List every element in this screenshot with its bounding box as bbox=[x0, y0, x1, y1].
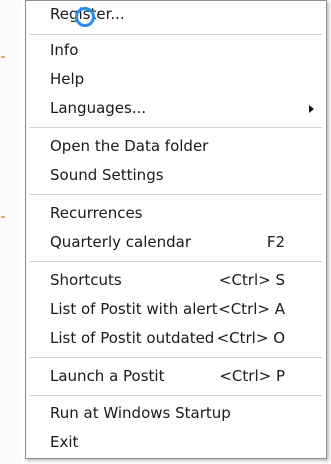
menu-separator bbox=[30, 357, 322, 358]
menu-item-label: Launch a Postit bbox=[50, 367, 165, 385]
menu-item-run-at-startup[interactable]: Run at Windows Startup bbox=[26, 400, 326, 428]
menu-item-label: Shortcuts bbox=[50, 271, 122, 289]
menu-item-label: Info bbox=[50, 41, 79, 59]
menu-item-shortcut: F2 bbox=[266, 233, 285, 251]
menu-item-label: Recurrences bbox=[50, 204, 143, 222]
menu-item-label: Sound Settings bbox=[50, 166, 164, 184]
chevron-right-icon bbox=[309, 105, 314, 113]
menu-item-languages[interactable]: Languages... bbox=[26, 95, 326, 123]
menu-item-recurrences[interactable]: Recurrences bbox=[26, 200, 326, 228]
menu-item-label: Run at Windows Startup bbox=[50, 404, 231, 422]
menu-item-shortcut: <Ctrl> A bbox=[218, 300, 285, 318]
menu-item-open-data-folder[interactable]: Open the Data folder bbox=[26, 133, 326, 161]
desktop-artifact bbox=[1, 216, 5, 218]
menu-item-postit-alert[interactable]: List of Postit with alert <Ctrl> A bbox=[26, 296, 326, 324]
desktop-background bbox=[0, 0, 22, 464]
menu-item-label: Open the Data folder bbox=[50, 137, 209, 155]
menu-separator bbox=[30, 127, 322, 128]
menu-item-sound-settings[interactable]: Sound Settings bbox=[26, 162, 326, 190]
menu-item-label: Exit bbox=[50, 433, 79, 451]
menu-item-exit[interactable]: Exit bbox=[26, 429, 326, 457]
menu-item-label: Languages... bbox=[50, 99, 147, 117]
menu-item-shortcut: <Ctrl> S bbox=[218, 271, 285, 289]
desktop-artifact bbox=[1, 56, 5, 58]
menu-item-postit-outdated[interactable]: List of Postit outdated <Ctrl> O bbox=[26, 325, 326, 353]
menu-item-help[interactable]: Help bbox=[26, 66, 326, 94]
menu-item-label: List of Postit with alert bbox=[50, 300, 218, 318]
menu-item-shortcuts[interactable]: Shortcuts <Ctrl> S bbox=[26, 267, 326, 295]
menu-separator bbox=[30, 34, 322, 35]
menu-item-info[interactable]: Info bbox=[26, 37, 326, 65]
click-cursor-icon bbox=[75, 7, 95, 27]
menu-item-label: Quarterly calendar bbox=[50, 233, 191, 251]
menu-item-shortcut: <Ctrl> P bbox=[219, 367, 285, 385]
menu-item-register[interactable]: Register... bbox=[26, 1, 326, 29]
menu-item-label: List of Postit outdated bbox=[50, 329, 215, 347]
menu-separator bbox=[30, 261, 322, 262]
menu-item-shortcut: <Ctrl> O bbox=[216, 329, 285, 347]
menu-item-launch-postit[interactable]: Launch a Postit <Ctrl> P bbox=[26, 363, 326, 391]
menu-item-label: Help bbox=[50, 70, 85, 88]
menu-separator bbox=[30, 395, 322, 396]
menu-item-quarterly-calendar[interactable]: Quarterly calendar F2 bbox=[26, 229, 326, 257]
menu-separator bbox=[30, 194, 322, 195]
context-menu: Register... Info Help Languages... Open … bbox=[25, 0, 327, 459]
